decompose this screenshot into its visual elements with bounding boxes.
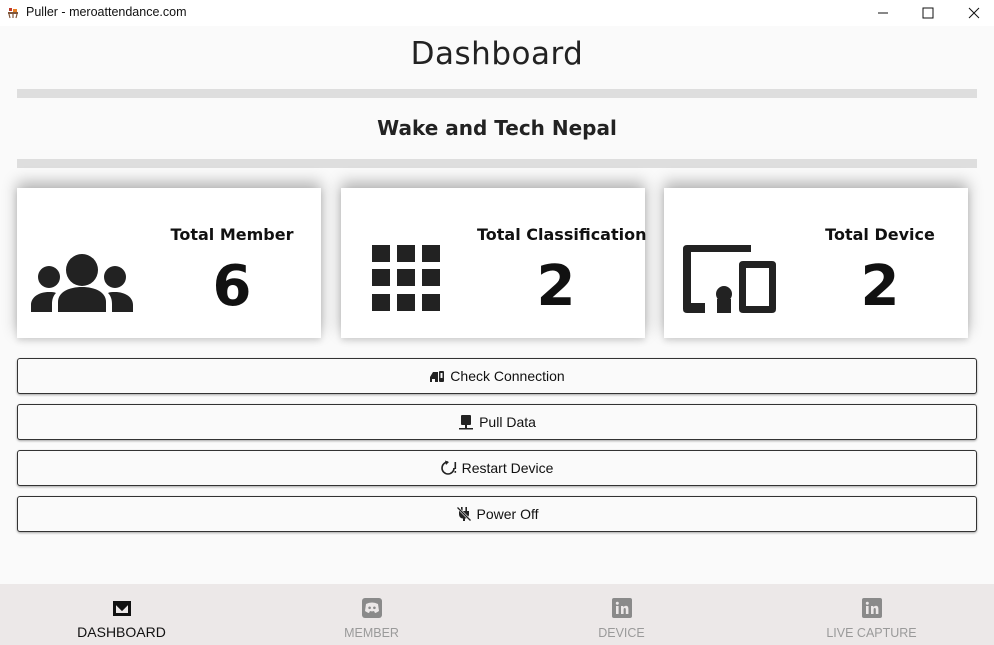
- divider: [17, 89, 977, 98]
- pull-data-button[interactable]: Pull Data: [17, 404, 977, 440]
- discord-icon: [362, 598, 382, 618]
- stat-card-total-device: Total Device 2: [664, 188, 968, 338]
- check-connection-button[interactable]: Check Connection: [17, 358, 977, 394]
- devices-icon: [683, 245, 776, 313]
- stat-value: 2: [536, 254, 576, 319]
- restart-icon: [440, 460, 456, 475]
- mail-icon: [113, 601, 131, 616]
- app-icon: [8, 8, 18, 19]
- close-button[interactable]: [951, 0, 994, 26]
- power-off-icon: [456, 506, 471, 522]
- stat-label: Total Device: [825, 225, 935, 244]
- divider: [17, 159, 977, 168]
- nav-item-live-capture[interactable]: LIVE CAPTURE: [747, 584, 994, 645]
- stat-label: Total Member: [170, 225, 294, 244]
- maximize-button[interactable]: [905, 0, 951, 26]
- nav-item-dashboard[interactable]: DASHBOARD: [0, 584, 246, 645]
- pull-data-label: Pull Data: [479, 414, 536, 430]
- power-off-label: Power Off: [476, 506, 539, 522]
- pull-data-icon: [459, 415, 474, 430]
- close-icon: [968, 7, 980, 19]
- grid-icon: [372, 245, 440, 311]
- nav-label-dashboard: DASHBOARD: [77, 624, 166, 640]
- maximize-icon: [922, 7, 934, 19]
- window-title: Puller - meroattendance.com: [26, 5, 187, 19]
- linkedin-icon: [612, 598, 632, 618]
- stat-card-total-member: Total Member 6: [17, 188, 321, 338]
- minimize-icon: [878, 12, 888, 14]
- page-title: Dashboard: [410, 36, 584, 72]
- nav-item-device[interactable]: DEVICE: [497, 584, 746, 645]
- stat-value: 6: [212, 254, 252, 319]
- linkedin-icon: [862, 598, 882, 618]
- check-connection-label: Check Connection: [450, 368, 565, 384]
- power-off-button[interactable]: Power Off: [17, 496, 977, 532]
- restart-device-label: Restart Device: [461, 460, 554, 476]
- nav-label-device: DEVICE: [598, 626, 645, 640]
- stat-value: 2: [860, 254, 900, 319]
- restart-device-button[interactable]: Restart Device: [17, 450, 977, 486]
- nav-label-member: MEMBER: [344, 626, 399, 640]
- minimize-button[interactable]: [860, 0, 906, 26]
- nav-item-member[interactable]: MEMBER: [247, 584, 496, 645]
- group-icon: [31, 254, 133, 312]
- bottom-navigation: DASHBOARD MEMBER DEVICE LIVE CAPTURE: [0, 584, 994, 645]
- connection-icon: [430, 371, 445, 382]
- stat-label: Total Classification: [477, 225, 647, 244]
- window-titlebar: Puller - meroattendance.com: [0, 0, 994, 26]
- nav-label-live-capture: LIVE CAPTURE: [826, 626, 917, 640]
- stat-card-total-classification: Total Classification 2: [341, 188, 647, 338]
- organization-name: Wake and Tech Nepal: [377, 116, 617, 140]
